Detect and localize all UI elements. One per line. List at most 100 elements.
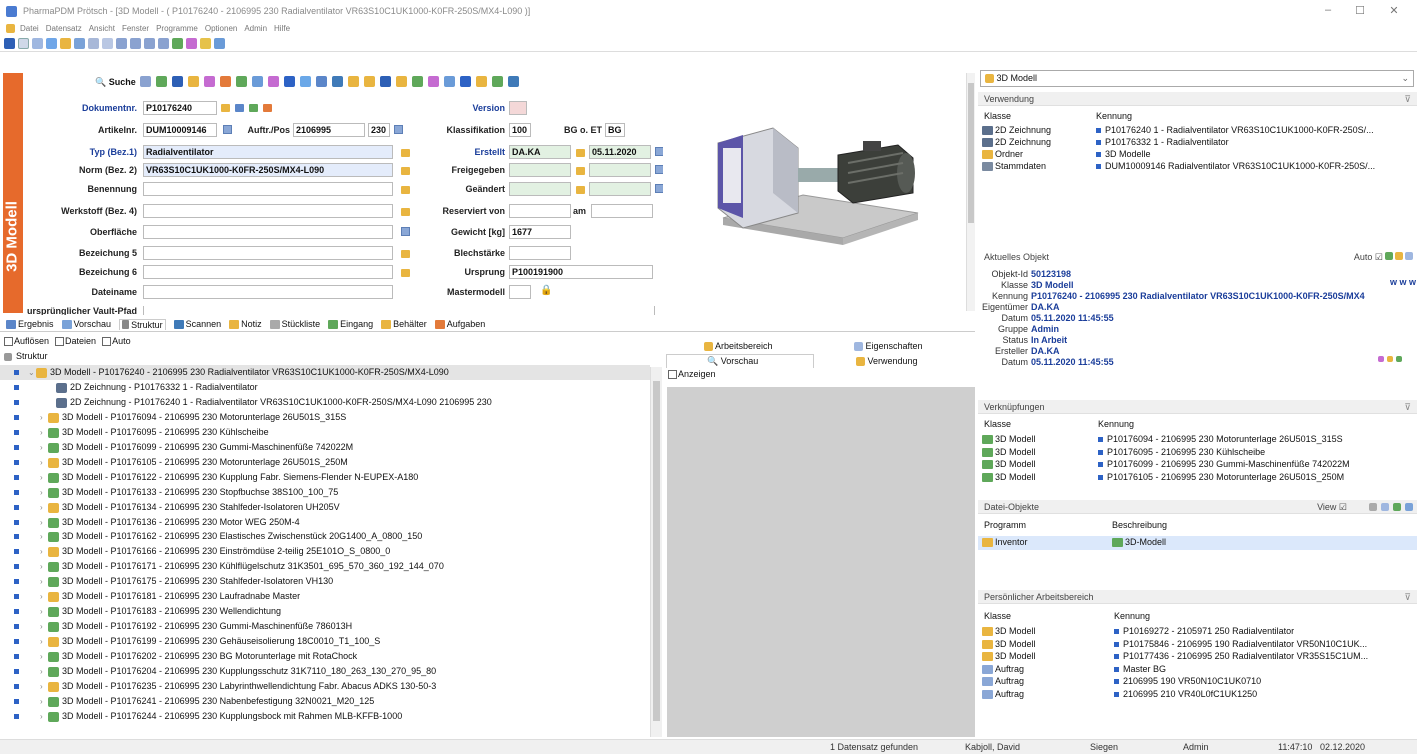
tree-item[interactable]: › 3D Modell - P10176136 - 2106995 230 Mot…	[0, 515, 650, 530]
doc-icon-4[interactable]	[263, 104, 272, 112]
tool-icon-1[interactable]	[140, 76, 151, 87]
tree-item[interactable]: › 3D Modell - P10176095 - 2106995 230 Küh…	[0, 425, 650, 440]
auto-toggle[interactable]: Auto ☑	[1354, 250, 1383, 264]
dateiname-field[interactable]	[143, 285, 393, 299]
doc-icon[interactable]	[1405, 252, 1413, 260]
tree-item[interactable]: › 3D Modell - P10176133 - 2106995 230 Sto…	[0, 485, 650, 500]
tree-icon[interactable]	[1369, 503, 1377, 511]
bez5-folder-icon[interactable]	[401, 250, 410, 258]
tool-icon-5[interactable]	[204, 76, 215, 87]
norm-folder-icon[interactable]	[401, 167, 410, 175]
new-icon[interactable]	[18, 38, 29, 49]
tab-notiz[interactable]: Notiz	[229, 319, 262, 329]
tool-icon-6[interactable]	[220, 76, 231, 87]
menu-programme[interactable]: Programme	[156, 24, 198, 33]
list-row[interactable]: 3D Modell P10175846 - 2106995 190 Radialv…	[978, 638, 1417, 650]
filter-icon-3[interactable]: ⊽	[1404, 590, 1411, 604]
tree-item[interactable]: › 3D Modell - P10176192 - 2106995 230 Gum…	[0, 619, 650, 634]
gewicht-field[interactable]: 1677	[509, 225, 571, 239]
tool-icon-14[interactable]	[348, 76, 359, 87]
menu-datensatz[interactable]: Datensatz	[46, 24, 82, 33]
tab-eigenschaften[interactable]: Eigenschaften	[854, 341, 923, 352]
list-row[interactable]: 3D Modell P10176105 - 2106995 230 Motorun…	[978, 471, 1417, 483]
doc-icon-2[interactable]	[235, 104, 244, 112]
chevron-down-icon[interactable]: ⌄	[28, 365, 35, 380]
minimize-button[interactable]: –	[1320, 4, 1336, 18]
norm-field[interactable]: VR63S10C1UK1000-K0FR-250S/MX4-L090	[143, 163, 393, 177]
erstellt-date-field[interactable]: 05.11.2020	[589, 145, 651, 159]
tab-vorschau-middle[interactable]: 🔍 Vorschau	[666, 354, 814, 368]
tab-vorschau[interactable]: Vorschau	[61, 319, 111, 329]
chevron-right-icon[interactable]: ›	[40, 694, 43, 709]
list-row[interactable]: Stammdaten DUM10009146 Radialventilator V…	[978, 160, 1417, 172]
tab-arbeitsbereich[interactable]: Arbeitsbereich	[704, 341, 773, 352]
erstellt-user-field[interactable]: DA.KA	[509, 145, 571, 159]
doc-icon-3[interactable]	[249, 104, 258, 112]
mastermodell-field[interactable]	[509, 285, 531, 299]
tool-icon-13[interactable]	[332, 76, 343, 87]
tab-behaelter[interactable]: Behälter	[381, 319, 427, 329]
list-row[interactable]: Auftrag 2106995 190 VR50N10C1UK0710	[978, 675, 1417, 687]
auftr-field[interactable]: 2106995	[293, 123, 365, 137]
tree-item[interactable]: › 3D Modell - P10176235 - 2106995 230 Lab…	[0, 679, 650, 694]
doc-icon-1[interactable]	[221, 104, 230, 112]
tree-item[interactable]: ⌄ 3D Modell - P10176240 - 2106995 230 Rad…	[0, 365, 650, 380]
typ-field[interactable]: Radialventilator	[143, 145, 393, 159]
bez5-field[interactable]	[143, 246, 393, 260]
refresh-icon[interactable]	[1395, 252, 1403, 260]
version-field[interactable]	[509, 101, 527, 115]
menu-ansicht[interactable]: Ansicht	[89, 24, 115, 33]
grid-icon[interactable]	[88, 38, 99, 49]
chevron-right-icon[interactable]: ›	[40, 410, 43, 425]
save-icon[interactable]	[4, 38, 15, 49]
bgoet-field[interactable]: BG	[605, 123, 625, 137]
delete-record-icon[interactable]	[186, 38, 197, 49]
form-scrollbar[interactable]	[966, 73, 975, 311]
vertical-tab-3d-modell[interactable]: 3D Modell	[3, 73, 23, 313]
menu-datei[interactable]: Datei	[20, 24, 39, 33]
chevron-right-icon[interactable]: ›	[40, 425, 43, 440]
chevron-right-icon[interactable]: ›	[40, 664, 43, 679]
pos-field[interactable]: 230	[368, 123, 390, 137]
tool-icon-23[interactable]	[492, 76, 503, 87]
werkstoff-field[interactable]	[143, 204, 393, 218]
list-row[interactable]: 3D Modell P10176094 - 2106995 230 Motorun…	[978, 433, 1417, 445]
chevron-right-icon[interactable]: ›	[40, 485, 43, 500]
list-row[interactable]: Ordner 3D Modelle	[978, 148, 1417, 160]
chevron-right-icon[interactable]: ›	[40, 679, 43, 694]
chevron-right-icon[interactable]: ›	[40, 619, 43, 634]
dokumentnr-field[interactable]: P10176240	[143, 101, 217, 115]
oberflaeche-lookup-icon[interactable]	[401, 227, 410, 236]
chevron-right-icon[interactable]: ›	[40, 544, 43, 559]
werkstoff-folder-icon[interactable]	[401, 208, 410, 216]
menu-admin[interactable]: Admin	[244, 24, 267, 33]
pen-icon[interactable]	[1385, 252, 1393, 260]
export-icon[interactable]	[214, 38, 225, 49]
tab-eingang[interactable]: Eingang	[328, 319, 373, 329]
menu-hilfe[interactable]: Hilfe	[274, 24, 290, 33]
chevron-right-icon[interactable]: ›	[40, 634, 43, 649]
list-row[interactable]: 2D Zeichnung P10176332 1 - Radialventilat…	[978, 136, 1417, 148]
www-link[interactable]: w w w	[1390, 277, 1416, 287]
chevron-right-icon[interactable]: ›	[40, 470, 43, 485]
bez6-folder-icon[interactable]	[401, 269, 410, 277]
tool-icon-19[interactable]	[428, 76, 439, 87]
tree-item[interactable]: 2D Zeichnung - P10176332 1 - Radialventi…	[0, 380, 650, 395]
tree-item[interactable]: › 3D Modell - P10176175 - 2106995 230 Sta…	[0, 574, 650, 589]
chevron-right-icon[interactable]: ›	[40, 515, 43, 530]
freigegeben-user-field[interactable]	[509, 163, 571, 177]
list-row[interactable]: 3D Modell P10176095 - 2106995 230 Kühlsch…	[978, 446, 1417, 458]
oberflaeche-field[interactable]	[143, 225, 393, 239]
vault-field[interactable]	[143, 306, 655, 315]
tool-icon-11[interactable]	[300, 76, 311, 87]
geaendert-date-field[interactable]	[589, 182, 651, 196]
tool-icon-7[interactable]	[236, 76, 247, 87]
tab-ergebnis[interactable]: Ergebnis	[6, 319, 54, 329]
filter-icon[interactable]: ⊽	[1404, 92, 1411, 106]
persoenlich-header[interactable]: Persönlicher Arbeitsbereich ⊽	[978, 590, 1417, 604]
typ-folder-icon[interactable]	[401, 149, 410, 157]
chevron-right-icon[interactable]: ›	[40, 529, 43, 544]
tree-item[interactable]: › 3D Modell - P10176099 - 2106995 230 Gum…	[0, 440, 650, 455]
tree-item[interactable]: › 3D Modell - P10176202 - 2106995 230 BG …	[0, 649, 650, 664]
wand-icon[interactable]	[200, 38, 211, 49]
